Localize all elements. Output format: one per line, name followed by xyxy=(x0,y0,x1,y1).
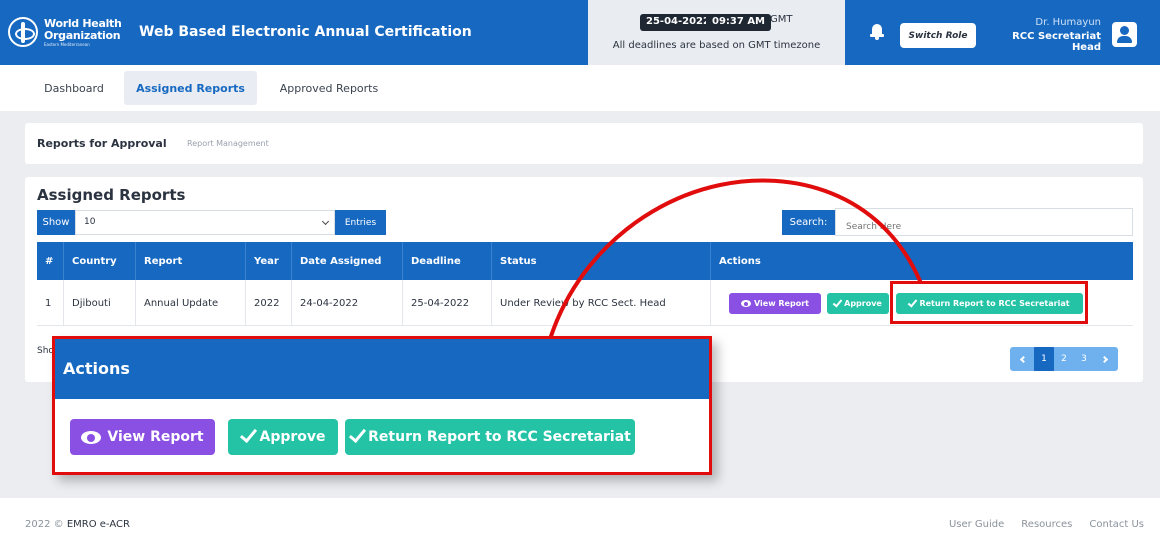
who-logo[interactable]: World Health Organization Eastern Medite… xyxy=(8,10,122,54)
app-title: Web Based Electronic Annual Certificatio… xyxy=(139,24,472,40)
view-report-button[interactable]: View Report xyxy=(729,293,821,314)
eye-icon xyxy=(741,300,751,307)
search-label: Search: xyxy=(782,210,835,235)
chevron-down-icon xyxy=(321,217,330,226)
cell-status: Under Review by RCC Sect. Head xyxy=(492,280,711,326)
breadcrumb-sub[interactable]: Report Management xyxy=(187,139,269,148)
logo-line2: Organization xyxy=(44,28,121,42)
col-header[interactable]: Deadline xyxy=(403,242,492,280)
top-header: World Health Organization Eastern Medite… xyxy=(0,0,1160,65)
callout-view-report-button[interactable]: View Report xyxy=(70,419,215,455)
switch-role-button[interactable]: Switch Role xyxy=(900,23,976,48)
timezone-label: GMT xyxy=(770,14,793,25)
check-icon xyxy=(832,296,843,308)
table-header: # Country Report Year Date Assigned Dead… xyxy=(37,242,1133,280)
col-header[interactable]: Date Assigned xyxy=(292,242,403,280)
chevron-right-icon xyxy=(1100,355,1109,363)
highlight-box xyxy=(890,281,1088,324)
tab-approved-reports[interactable]: Approved Reports xyxy=(257,71,401,105)
timezone-note: All deadlines are based on GMT timezone xyxy=(612,40,821,51)
next-page-button[interactable] xyxy=(1094,347,1118,371)
prev-page-button[interactable] xyxy=(1010,347,1034,371)
user-name: Dr. Humayun xyxy=(1035,17,1101,28)
breadcrumb: Reports for Approval Report Management xyxy=(25,123,1143,164)
check-icon xyxy=(349,424,367,444)
footer-links: User Guide Resources Contact Us xyxy=(949,519,1144,530)
bell-icon[interactable] xyxy=(870,22,884,40)
page-3-button[interactable]: 3 xyxy=(1074,347,1094,371)
cell-country: Djibouti xyxy=(64,280,136,326)
copyright: 2022 © EMRO e-ACR xyxy=(25,519,130,530)
callout-return-report-button[interactable]: Return Report to RCC Secretariat xyxy=(345,419,635,455)
cell-num: 1 xyxy=(37,280,64,326)
col-header[interactable]: Country xyxy=(64,242,136,280)
cell-deadline: 25-04-2022 xyxy=(403,280,492,326)
col-header[interactable]: Status xyxy=(492,242,711,280)
date-time-box: 25-04-2022 09:37 AM GMT All deadlines ar… xyxy=(588,0,845,65)
chevron-left-icon xyxy=(1019,355,1028,363)
search-input[interactable] xyxy=(835,208,1133,236)
show-label: Show xyxy=(37,210,75,235)
cell-year: 2022 xyxy=(246,280,292,326)
footer-link-user-guide[interactable]: User Guide xyxy=(949,519,1004,530)
footer-link-contact-us[interactable]: Contact Us xyxy=(1089,519,1144,530)
entries-label: Entries xyxy=(335,210,386,235)
footer-brand: EMRO e-ACR xyxy=(66,519,130,530)
col-header[interactable]: # xyxy=(37,242,64,280)
page-1-button[interactable]: 1 xyxy=(1034,347,1054,371)
page-footer: 2022 © EMRO e-ACR User Guide Resources C… xyxy=(0,498,1160,548)
col-header[interactable]: Report xyxy=(136,242,246,280)
tab-dashboard[interactable]: Dashboard xyxy=(24,71,124,105)
col-header: Actions xyxy=(719,255,761,267)
page-title: Reports for Approval xyxy=(37,137,167,150)
check-icon xyxy=(240,424,258,444)
user-info: Dr. Humayun RCC Secretariat Head xyxy=(980,17,1101,53)
who-emblem-icon xyxy=(8,17,38,47)
current-date: 25-04-2022 xyxy=(640,14,716,31)
col-header[interactable]: Year xyxy=(246,242,292,280)
user-avatar-icon[interactable] xyxy=(1112,22,1137,47)
current-time: 09:37 AM xyxy=(706,14,772,31)
approve-button[interactable]: Approve xyxy=(827,293,889,314)
logo-line1: World Health xyxy=(44,16,122,30)
callout-header: Actions xyxy=(55,339,709,399)
tab-assigned-reports[interactable]: Assigned Reports xyxy=(124,71,257,105)
cell-report: Annual Update xyxy=(136,280,246,326)
callout-title: Actions xyxy=(63,359,130,378)
pagination: 1 2 3 xyxy=(1010,347,1118,371)
logo-line3: Eastern Mediterranean xyxy=(44,41,90,47)
footer-link-resources[interactable]: Resources xyxy=(1021,519,1072,530)
nav-tabs: Dashboard Assigned Reports Approved Repo… xyxy=(0,65,1160,111)
user-role: RCC Secretariat Head xyxy=(1012,31,1101,53)
eye-icon xyxy=(81,430,102,444)
cell-date-assigned: 24-04-2022 xyxy=(292,280,403,326)
section-title: Assigned Reports xyxy=(37,186,186,204)
page-2-button[interactable]: 2 xyxy=(1054,347,1074,371)
callout-approve-button[interactable]: Approve xyxy=(228,419,338,455)
actions-callout: Actions View Report Approve Return Repor… xyxy=(52,336,712,475)
entries-select[interactable]: 10 xyxy=(75,210,335,235)
